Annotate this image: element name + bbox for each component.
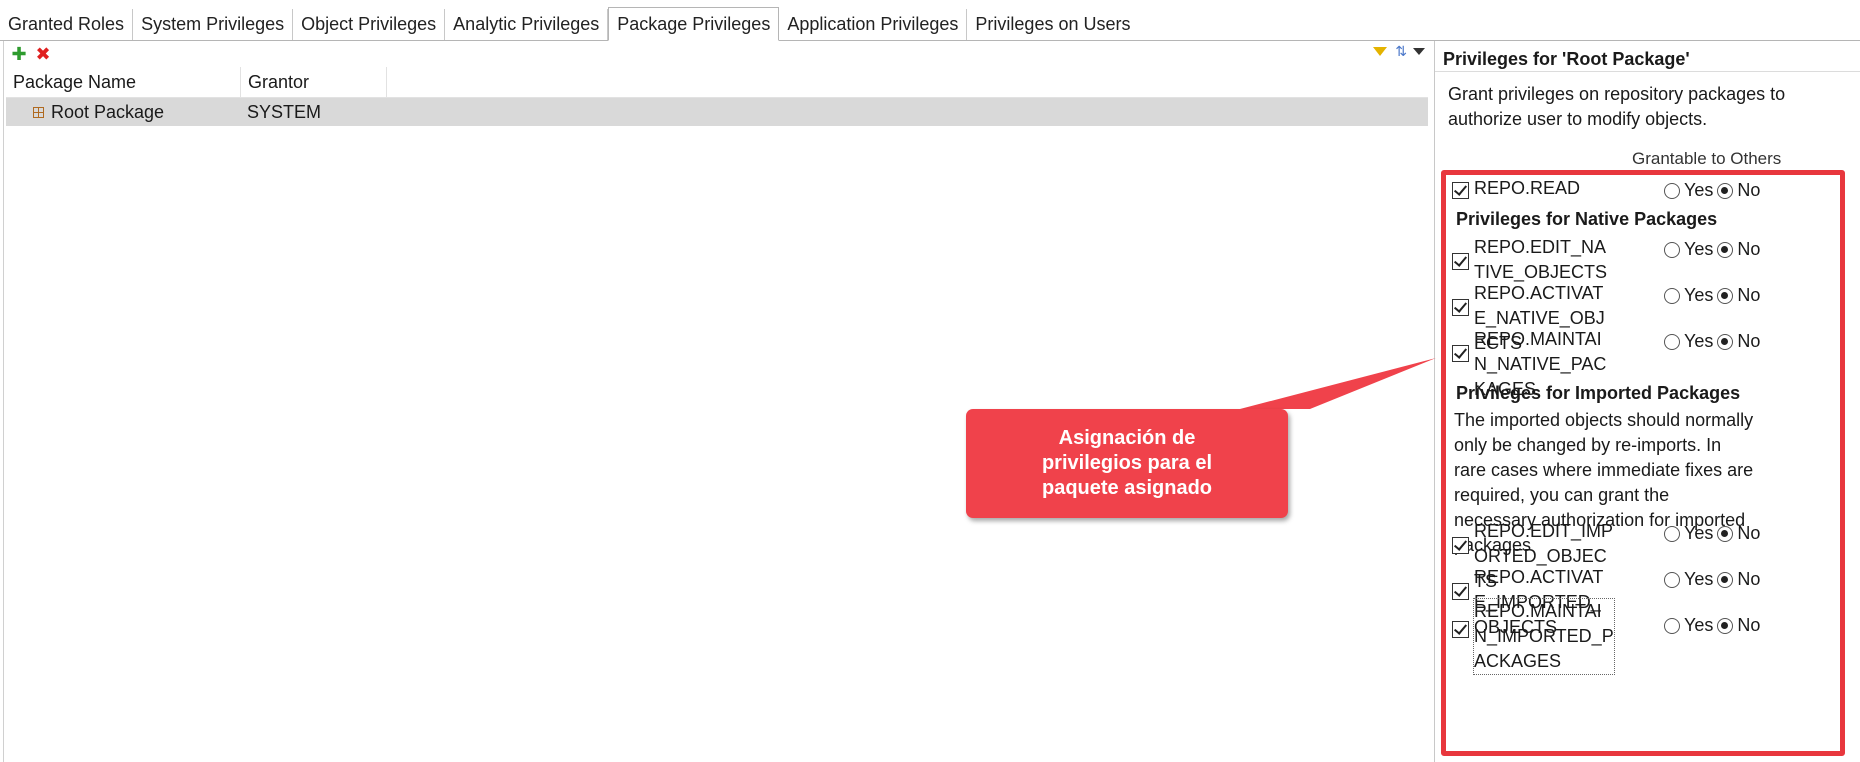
tab-package-privileges[interactable]: Package Privileges [608, 7, 780, 41]
callout-arrow [1240, 358, 1436, 409]
callout-annotation: Asignación de privilegios para el paquet… [966, 409, 1288, 518]
